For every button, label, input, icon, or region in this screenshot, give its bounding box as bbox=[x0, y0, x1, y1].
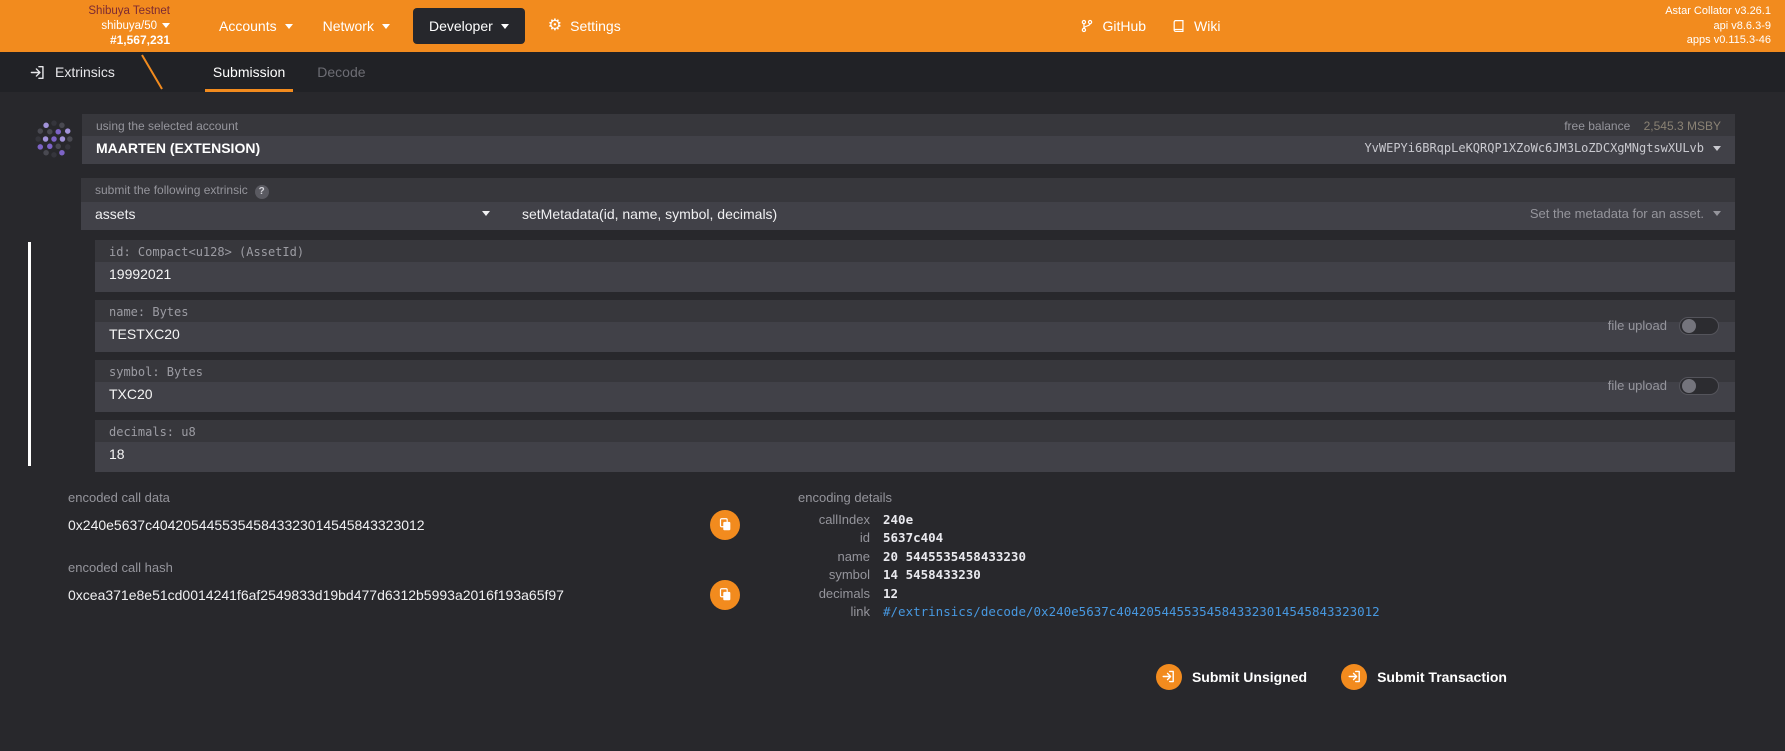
submit-unsigned-button[interactable]: Submit Unsigned bbox=[1156, 664, 1307, 690]
chevron-down-icon bbox=[382, 24, 390, 29]
free-balance-value: 2,545.3 MSBY bbox=[1644, 119, 1721, 133]
file-upload-control: file upload bbox=[1608, 317, 1719, 335]
encoding-details-title: encoding details bbox=[798, 490, 1735, 505]
chevron-down-icon bbox=[1713, 211, 1721, 216]
detail-row-id: id 5637c404 bbox=[798, 529, 1735, 548]
account-address: YvWEPYi6BRqpLeKQRQP1XZoWc6JM3LoZDCXgMNgt… bbox=[1364, 141, 1704, 155]
param-input-symbol[interactable]: TXC20 bbox=[109, 386, 153, 404]
account-row: using the selected account free balance … bbox=[35, 114, 1735, 164]
decode-link[interactable]: #/extrinsics/decode/0x240e5637c404205445… bbox=[883, 604, 1380, 619]
sign-in-icon bbox=[1348, 670, 1361, 683]
help-icon[interactable]: ? bbox=[255, 185, 269, 199]
account-select-box: using the selected account free balance … bbox=[82, 114, 1735, 164]
chevron-down-icon bbox=[482, 211, 490, 216]
version-node: Astar Collator v3.26.1 bbox=[1665, 4, 1771, 19]
git-branch-icon bbox=[1080, 19, 1094, 33]
account-label: using the selected account bbox=[96, 119, 238, 133]
chevron-down-icon bbox=[162, 23, 170, 28]
version-apps: apps v0.115.3-46 bbox=[1665, 33, 1771, 48]
file-upload-label: file upload bbox=[1608, 318, 1667, 333]
param-row-symbol: symbol: Bytes TXC20 file upload bbox=[95, 360, 1735, 412]
encoded-call-data-value: 0x240e5637c40420544553545843323014545843… bbox=[68, 517, 710, 533]
extrinsics-icon bbox=[30, 65, 45, 80]
nav-accounts[interactable]: Accounts bbox=[204, 8, 308, 44]
copy-icon bbox=[719, 588, 732, 601]
section-title: Extrinsics bbox=[55, 64, 115, 80]
tab-bar: Extrinsics Submission Decode bbox=[0, 52, 1785, 92]
file-upload-toggle[interactable] bbox=[1679, 317, 1719, 335]
section-extrinsics: Extrinsics bbox=[0, 52, 135, 92]
version-api: api v8.6.3-9 bbox=[1665, 19, 1771, 34]
slant-divider bbox=[135, 52, 169, 92]
github-link[interactable]: GitHub bbox=[1080, 18, 1146, 34]
file-upload-label: file upload bbox=[1608, 378, 1667, 393]
book-icon bbox=[1172, 19, 1186, 33]
param-row-name: name: Bytes TESTXC20 file upload bbox=[95, 300, 1735, 352]
extrinsics-form: using the selected account free balance … bbox=[0, 92, 1785, 690]
sign-in-icon bbox=[1162, 670, 1175, 683]
chain-name: Shibuya Testnet bbox=[58, 4, 170, 18]
tab-submission[interactable]: Submission bbox=[197, 52, 301, 92]
tab-decode[interactable]: Decode bbox=[301, 52, 381, 92]
extrinsic-label: submit the following extrinsic? bbox=[95, 183, 269, 199]
account-identicon[interactable] bbox=[35, 120, 73, 158]
encoded-call-hash-block: encoded call hash 0xcea371e8e51cd0014241… bbox=[68, 560, 740, 610]
param-input-id[interactable]: 19992021 bbox=[109, 266, 171, 284]
account-name[interactable]: MAARTEN (EXTENSION) bbox=[96, 140, 260, 156]
copy-icon bbox=[719, 518, 732, 531]
chevron-down-icon bbox=[501, 24, 509, 29]
submit-transaction-button[interactable]: Submit Transaction bbox=[1341, 664, 1507, 690]
top-bar: Shibuya Testnet shibuya/50 #1,567,231 Ac… bbox=[0, 0, 1785, 52]
account-address-dropdown[interactable]: YvWEPYi6BRqpLeKQRQP1XZoWc6JM3LoZDCXgMNgt… bbox=[1364, 141, 1721, 155]
encoded-section: encoded call data 0x240e5637c40420544553… bbox=[68, 490, 1735, 622]
param-label: id: Compact<u128> (AssetId) bbox=[109, 245, 304, 259]
nav-network[interactable]: Network bbox=[308, 8, 405, 44]
file-upload-control: file upload bbox=[1608, 377, 1719, 395]
copy-call-data-button[interactable] bbox=[710, 510, 740, 540]
actions-row: Submit Unsigned Submit Transaction bbox=[35, 664, 1735, 690]
param-label: name: Bytes bbox=[109, 305, 188, 319]
version-info: Astar Collator v3.26.1 api v8.6.3-9 apps… bbox=[1665, 4, 1771, 49]
method-select[interactable]: setMetadata(id, name, symbol, decimals) bbox=[522, 206, 777, 222]
external-links: GitHub Wiki bbox=[1080, 18, 1220, 34]
extrinsic-select-row: submit the following extrinsic? assets s… bbox=[81, 178, 1735, 230]
params-left-bar bbox=[28, 242, 31, 466]
chevron-down-icon bbox=[1713, 146, 1721, 151]
encoded-call-hash-label: encoded call hash bbox=[68, 560, 740, 575]
main-nav: Accounts Network Developer ⚙ Settings bbox=[204, 8, 636, 44]
param-input-decimals[interactable]: 18 bbox=[109, 446, 125, 464]
detail-row-decimals: decimals 12 bbox=[798, 585, 1735, 604]
encoded-call-data-label: encoded call data bbox=[68, 490, 740, 505]
copy-call-hash-button[interactable] bbox=[710, 580, 740, 610]
file-upload-toggle[interactable] bbox=[1679, 377, 1719, 395]
chain-selector[interactable]: Shibuya Testnet shibuya/50 #1,567,231 bbox=[58, 4, 170, 48]
encoded-call-data-block: encoded call data 0x240e5637c40420544553… bbox=[68, 490, 740, 540]
detail-row-link: link #/extrinsics/decode/0x240e5637c4042… bbox=[798, 603, 1735, 622]
extrinsic-select-box: submit the following extrinsic? assets s… bbox=[81, 178, 1735, 230]
chain-node: shibuya/50 bbox=[58, 19, 170, 33]
param-label: symbol: Bytes bbox=[109, 365, 203, 379]
wiki-link[interactable]: Wiki bbox=[1172, 18, 1220, 34]
gear-icon: ⚙ bbox=[548, 18, 562, 34]
nav-settings[interactable]: ⚙ Settings bbox=[533, 8, 636, 44]
param-row-decimals: decimals: u8 18 bbox=[95, 420, 1735, 472]
encoded-call-hash-value: 0xcea371e8e51cd0014241f6af2549833d19bd47… bbox=[68, 587, 710, 603]
free-balance: free balance 2,545.3 MSBY bbox=[1564, 119, 1721, 133]
detail-row-symbol: symbol 14 5458433230 bbox=[798, 566, 1735, 585]
method-description[interactable]: Set the metadata for an asset. bbox=[1530, 206, 1721, 221]
params-section: id: Compact<u128> (AssetId) 19992021 nam… bbox=[95, 240, 1735, 472]
nav-developer[interactable]: Developer bbox=[413, 8, 525, 44]
tabs: Submission Decode bbox=[197, 52, 382, 92]
encoding-details: encoding details callIndex 240e id 5637c… bbox=[740, 490, 1735, 622]
param-input-name[interactable]: TESTXC20 bbox=[109, 326, 180, 344]
param-row-id: id: Compact<u128> (AssetId) 19992021 bbox=[95, 240, 1735, 292]
chevron-down-icon bbox=[285, 24, 293, 29]
best-block-number: #1,567,231 bbox=[58, 33, 170, 48]
free-balance-label: free balance bbox=[1564, 119, 1630, 133]
pallet-select[interactable]: assets bbox=[95, 206, 490, 222]
detail-row-name: name 20 5445535458433230 bbox=[798, 548, 1735, 567]
param-label: decimals: u8 bbox=[109, 425, 196, 439]
detail-row-callindex: callIndex 240e bbox=[798, 511, 1735, 530]
